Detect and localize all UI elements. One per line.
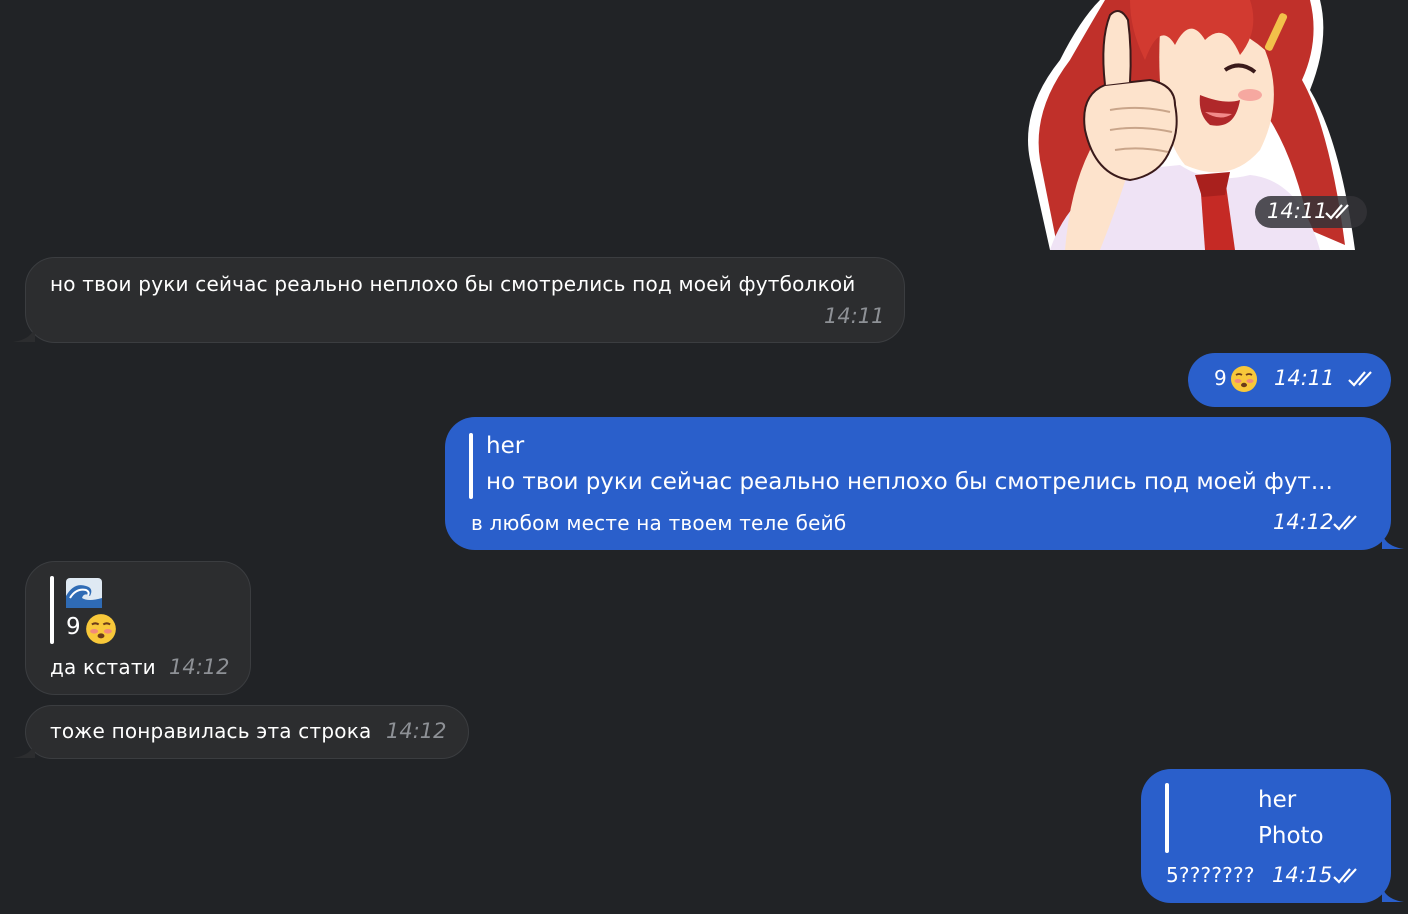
reply-sender-name: her bbox=[1258, 787, 1297, 813]
incoming-message[interactable]: 9 да кстати 14:12 bbox=[25, 561, 251, 695]
double-check-icon bbox=[1325, 204, 1349, 220]
reply-bar bbox=[469, 433, 473, 499]
message-time: 14:11 bbox=[824, 304, 885, 328]
bubble-tail bbox=[1382, 532, 1404, 549]
message-time: 14:12 bbox=[386, 719, 447, 743]
double-check-icon bbox=[1348, 371, 1372, 387]
reply-text: но твои руки сейчас реально неплохо бы с… bbox=[486, 469, 1333, 495]
double-check-icon bbox=[1333, 515, 1357, 531]
message-text: в любом месте на твоем теле бейб bbox=[471, 511, 847, 535]
sticker-timestamp: 14:11 bbox=[1255, 196, 1367, 228]
message-text: 9 bbox=[1214, 366, 1227, 390]
outgoing-message[interactable]: her но твои руки сейчас реально неплохо … bbox=[445, 417, 1404, 550]
message-time: 14:11 bbox=[1274, 366, 1335, 390]
reply-bar bbox=[1165, 783, 1169, 853]
message-time: 14:12 bbox=[169, 655, 230, 679]
message-time: 14:12 bbox=[1273, 510, 1334, 534]
outgoing-message[interactable]: 9 14:11 bbox=[1188, 353, 1391, 407]
flushed-face-emoji-icon bbox=[86, 614, 116, 644]
message-text: тоже понравилась эта строка bbox=[50, 719, 372, 743]
incoming-message[interactable]: но твои руки сейчас реально неплохо бы с… bbox=[13, 257, 905, 343]
message-text: да кстати bbox=[50, 655, 156, 679]
reply-bar bbox=[50, 576, 54, 644]
double-check-icon bbox=[1333, 868, 1357, 884]
message-text: но твои руки сейчас реально неплохо бы с… bbox=[50, 272, 856, 296]
bubble-tail bbox=[13, 741, 35, 758]
chat-history[interactable]: 14:11 но твои руки сейчас реально неплох… bbox=[0, 0, 1408, 914]
message-time: 14:15 bbox=[1272, 863, 1333, 887]
message-text: 5??????? bbox=[1166, 863, 1255, 887]
incoming-message[interactable]: тоже понравилась эта строка 14:12 bbox=[13, 705, 469, 759]
bubble-tail bbox=[1382, 885, 1404, 902]
reply-text: Photo bbox=[1258, 823, 1324, 849]
outgoing-message[interactable]: her Photo 5??????? 14:15 bbox=[1141, 769, 1404, 903]
wave-emoji-icon bbox=[66, 578, 102, 608]
flushed-face-emoji-icon bbox=[1231, 366, 1257, 392]
reply-sender-name: her bbox=[486, 433, 525, 459]
bubble-tail bbox=[13, 325, 35, 342]
reply-text: 9 bbox=[66, 614, 81, 640]
message-time: 14:11 bbox=[1267, 199, 1328, 223]
